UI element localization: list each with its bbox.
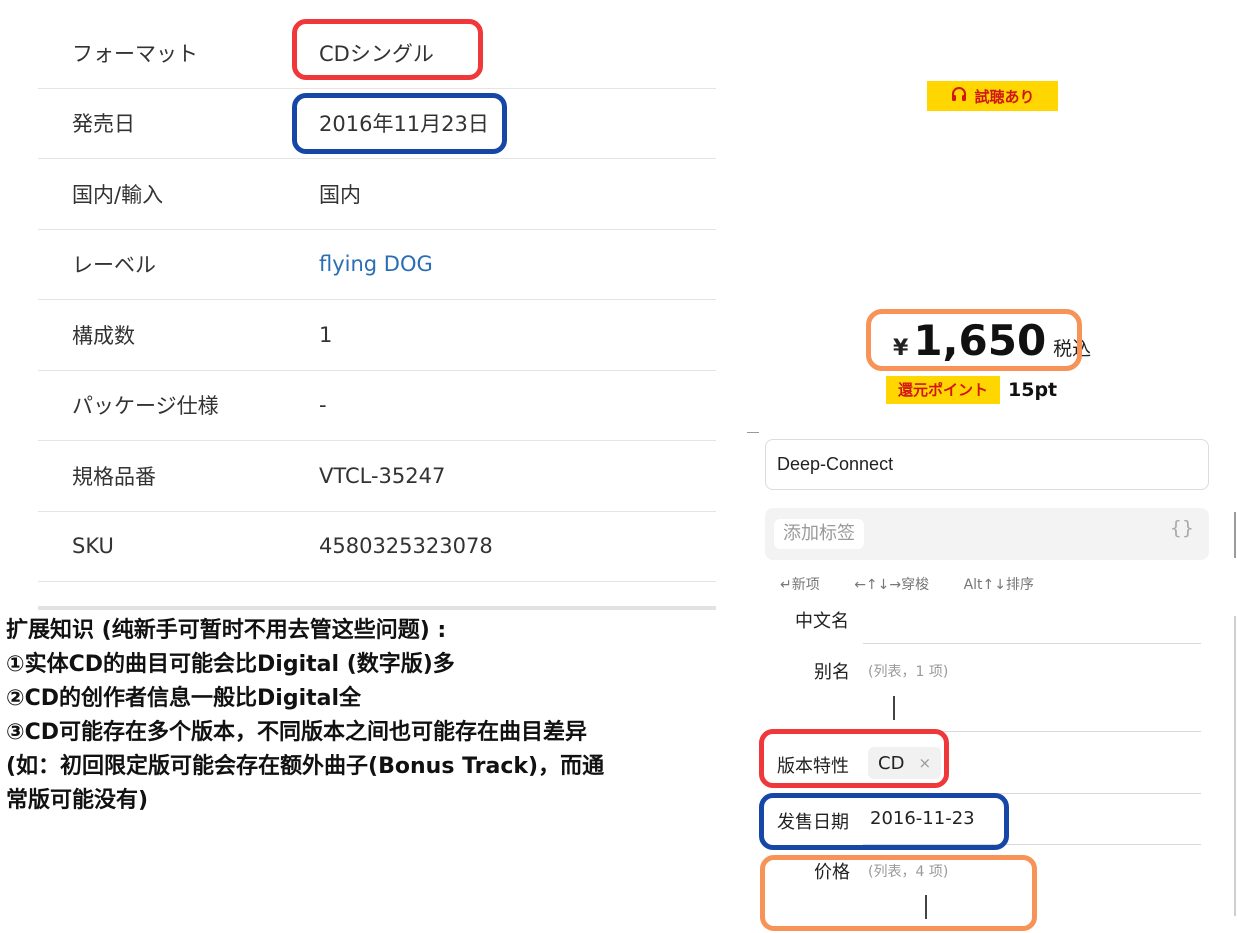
spec-row-label: レーベル flying DOG: [38, 230, 716, 300]
chinese-name-input[interactable]: [863, 643, 1201, 644]
divider: [38, 606, 716, 610]
spec-row-domestic-import: 国内/輸入 国内: [38, 159, 716, 230]
spec-label: フォーマット: [72, 41, 198, 66]
points-value: 15pt: [1008, 379, 1058, 401]
edition-tag-text: CD: [878, 752, 905, 774]
spec-value: CDシングル: [319, 41, 434, 66]
notes-line: 常版可能没有): [6, 788, 149, 813]
divider: [747, 432, 759, 433]
price-list-hint: (列表，4 项): [868, 864, 949, 880]
release-date-value[interactable]: 2016-11-23: [870, 808, 975, 829]
spec-label: 構成数: [72, 323, 135, 348]
alias-text-cursor: [893, 696, 895, 720]
edition-label: 版本特性: [777, 756, 849, 777]
scrollbar-track[interactable]: [1234, 616, 1236, 916]
spec-label: レーベル: [72, 253, 156, 278]
points: 還元ポイント 15pt: [886, 376, 1057, 404]
title-input[interactable]: Deep-Connect: [765, 439, 1209, 490]
spec-label: 発売日: [72, 112, 135, 137]
shortcut-new-item: ↵新项: [780, 577, 820, 593]
alias-list-hint: (列表，1 项): [868, 664, 949, 680]
spec-value: 4580325323078: [319, 534, 493, 559]
shortcut-sort: Alt↑↓排序: [963, 577, 1034, 593]
price: ¥ 1,650 税込: [893, 316, 1091, 365]
price-label: 价格: [814, 862, 850, 883]
spec-row-package: パッケージ仕様 -: [38, 371, 716, 441]
release-date-input[interactable]: [863, 844, 1201, 845]
braces-icon[interactable]: {}: [1170, 517, 1194, 539]
spec-label: パッケージ仕様: [72, 394, 219, 419]
points-badge: 還元ポイント: [886, 376, 1001, 404]
headphones-icon: [950, 85, 968, 107]
spec-value: 国内: [319, 182, 361, 207]
shortcut-hints: ↵新项 ←↑↓→穿梭 Alt↑↓排序: [780, 574, 1064, 594]
shortcut-navigate: ←↑↓→穿梭: [854, 577, 930, 593]
spec-label: 規格品番: [72, 464, 156, 489]
notes-line: ③CD可能存在多个版本，不同版本之间也可能存在曲目差异: [6, 720, 588, 745]
spec-value: VTCL-35247: [319, 463, 446, 488]
notes: 扩展知识 (纯新手可暂时不用去管这些问题) : ①实体CD的曲目可能会比Digi…: [6, 614, 740, 818]
spec-label: SKU: [72, 534, 114, 559]
alias-label: 别名: [814, 662, 850, 683]
spec-row-disc-count: 構成数 1: [38, 300, 716, 371]
trial-listen-badge[interactable]: 試聴あり: [927, 81, 1058, 111]
spec-row-format: フォーマット CDシングル: [38, 18, 716, 89]
spec-value: 2016年11月23日: [319, 112, 489, 137]
price-text-cursor: [925, 895, 927, 919]
currency-symbol: ¥: [893, 336, 909, 361]
notes-line: (如：初回限定版可能会存在额外曲子(Bonus Track)，而通: [6, 754, 605, 779]
tag-input-box[interactable]: 添加标签 {}: [765, 508, 1209, 560]
edition-tag-chip[interactable]: CD ×: [868, 747, 942, 779]
release-date-label: 发售日期: [777, 812, 849, 833]
spec-value: -: [319, 393, 327, 418]
price-amount: 1,650: [913, 316, 1047, 365]
scrollbar-track[interactable]: [1234, 512, 1236, 558]
add-tag-placeholder[interactable]: 添加标签: [774, 519, 864, 549]
edition-input[interactable]: [863, 793, 1201, 794]
chinese-name-label: 中文名: [795, 611, 849, 632]
notes-line: ①实体CD的曲目可能会比Digital (数字版)多: [6, 652, 455, 677]
notes-line: ②CD的创作者信息一般比Digital全: [6, 686, 362, 711]
spec-row-sku: SKU 4580325323078: [38, 512, 716, 582]
remove-tag-icon[interactable]: ×: [918, 754, 931, 772]
spec-value: 1: [319, 322, 333, 347]
alias-input[interactable]: [863, 731, 1201, 732]
spec-row-release-date: 発売日 2016年11月23日: [38, 89, 716, 159]
spec-label: 国内/輸入: [72, 182, 164, 207]
notes-heading: 扩展知识 (纯新手可暂时不用去管这些问题) :: [6, 618, 447, 643]
label-link[interactable]: flying DOG: [319, 252, 433, 276]
spec-row-catalog-number: 規格品番 VTCL-35247: [38, 441, 716, 512]
tax-label: 税込: [1053, 338, 1092, 360]
trial-listen-label: 試聴あり: [974, 87, 1035, 106]
spec-table: フォーマット CDシングル 発売日 2016年11月23日 国内/輸入 国内 レ…: [38, 18, 716, 582]
